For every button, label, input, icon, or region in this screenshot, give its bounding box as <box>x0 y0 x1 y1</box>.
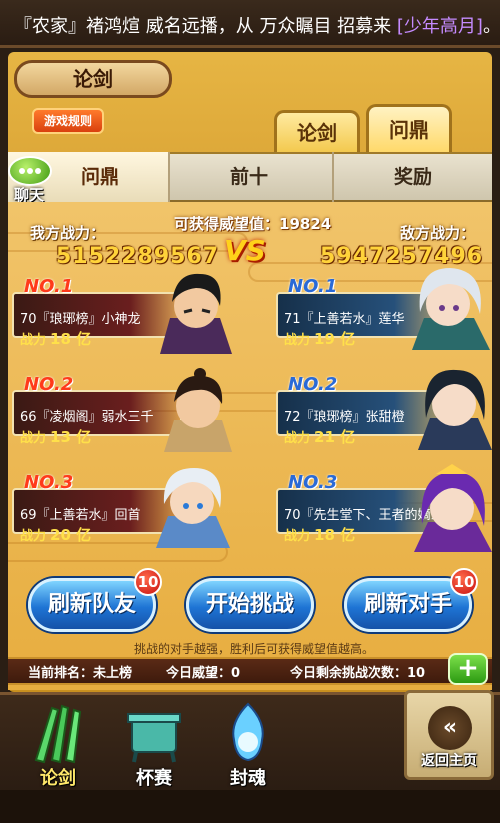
power-prefix: 战力 <box>284 333 311 348</box>
subtab-rewards[interactable]: 奖励 <box>332 152 492 202</box>
double-chevron-left-icon: « <box>428 706 472 750</box>
tab-lunjian[interactable]: 论剑 <box>274 110 360 152</box>
hero-portrait-purple-lady <box>414 464 492 552</box>
prestige-reward: 可获得威望值：19824 <box>174 215 332 233</box>
rank-badge: NO.2 <box>288 374 338 395</box>
enemy-power-label: 敌方战力： <box>400 224 476 242</box>
current-rank: 当前排名：未上榜 <box>28 666 133 681</box>
hero-portrait-silver-lady <box>412 268 490 350</box>
power-value: 18 亿 <box>314 526 356 544</box>
power-value: 18 亿 <box>50 330 92 348</box>
hero-portrait-swordsman <box>160 273 232 354</box>
vs-emblem: VS <box>224 234 266 267</box>
return-home-label: 返回主页 <box>421 753 477 769</box>
chat-bubble-icon <box>8 156 52 186</box>
page-title: 论剑 <box>14 60 172 98</box>
power-prefix: 战力 <box>284 529 311 544</box>
nav-lunjian[interactable]: 论剑 <box>22 700 94 790</box>
nav-cup[interactable]: 杯赛 <box>118 700 190 790</box>
power-prefix: 战力 <box>284 431 311 446</box>
refresh-teammates-count-badge: 10 <box>134 568 162 596</box>
footer-frame <box>0 790 500 823</box>
subtab-top-ten[interactable]: 前十 <box>168 152 328 202</box>
marquee-text1: 威名远播，从 <box>140 16 260 37</box>
announcement-marquee: 『农家』褚鸿煊 威名远播，从 万众瞩目 招募来 [少年高月]。 <box>0 0 500 48</box>
challenge-hint: 挑战的对手越强，胜利后可获得威望值越高。 <box>134 642 375 656</box>
refresh-opponents-count-badge: 10 <box>450 568 478 596</box>
power-value: 20 亿 <box>50 526 92 544</box>
power-value: 13 亿 <box>50 428 92 446</box>
power-value: 21 亿 <box>314 428 356 446</box>
cauldron-icon <box>127 713 181 763</box>
marquee-text2: 万众瞩目 <box>259 16 332 37</box>
hero-portrait-white-hair <box>156 468 230 548</box>
blue-flame-icon <box>232 702 264 762</box>
power-prefix: 战力 <box>20 333 47 348</box>
player-name: 70『琅琊榜』小神龙 <box>20 312 141 327</box>
power-prefix: 战力 <box>20 529 47 544</box>
nav-soul-seal-label: 封魂 <box>230 768 266 789</box>
rank-badge: NO.3 <box>24 472 74 493</box>
rank-badge: NO.3 <box>288 472 338 493</box>
marquee-prefix: 『农家』褚鸿煊 <box>14 16 140 37</box>
hero-portrait-youth <box>164 368 232 452</box>
add-challenges-button[interactable]: + <box>448 653 488 685</box>
player-name: 69『上善若水』回首 <box>20 508 141 523</box>
nav-cup-label: 杯赛 <box>136 768 172 789</box>
rank-badge: NO.1 <box>24 276 74 297</box>
marquee-text3: 招募来 <box>331 16 397 37</box>
power-value: 19 亿 <box>314 330 356 348</box>
game-rules-button[interactable]: 游戏规则 <box>32 108 104 134</box>
swords-icon <box>34 704 82 764</box>
subtab-wending-label: 问鼎 <box>80 166 119 188</box>
marquee-suffix: 。 <box>482 16 500 37</box>
player-name: 66『凌烟阁』弱水三千 <box>20 410 154 425</box>
start-challenge-button[interactable]: 开始挑战 <box>186 578 314 632</box>
marquee-highlight: [少年高月] <box>396 16 483 37</box>
player-name: 72『琅琊榜』张甜橙 <box>284 410 405 425</box>
tab-wending[interactable]: 问鼎 <box>366 104 452 152</box>
nav-lunjian-label: 论剑 <box>40 768 76 789</box>
power-prefix: 战力 <box>20 431 47 446</box>
rank-badge: NO.1 <box>288 276 338 297</box>
player-name: 71『上善若水』莲华 <box>284 312 405 327</box>
nav-soul-seal[interactable]: 封魂 <box>212 700 284 790</box>
today-prestige: 今日威望：0 <box>166 666 241 681</box>
rank-badge: NO.2 <box>24 374 74 395</box>
remaining-challenges: 今日剩余挑战次数：10 <box>290 666 426 681</box>
hero-portrait-dark-lady <box>418 369 492 450</box>
my-power-label: 我方战力： <box>30 224 106 242</box>
